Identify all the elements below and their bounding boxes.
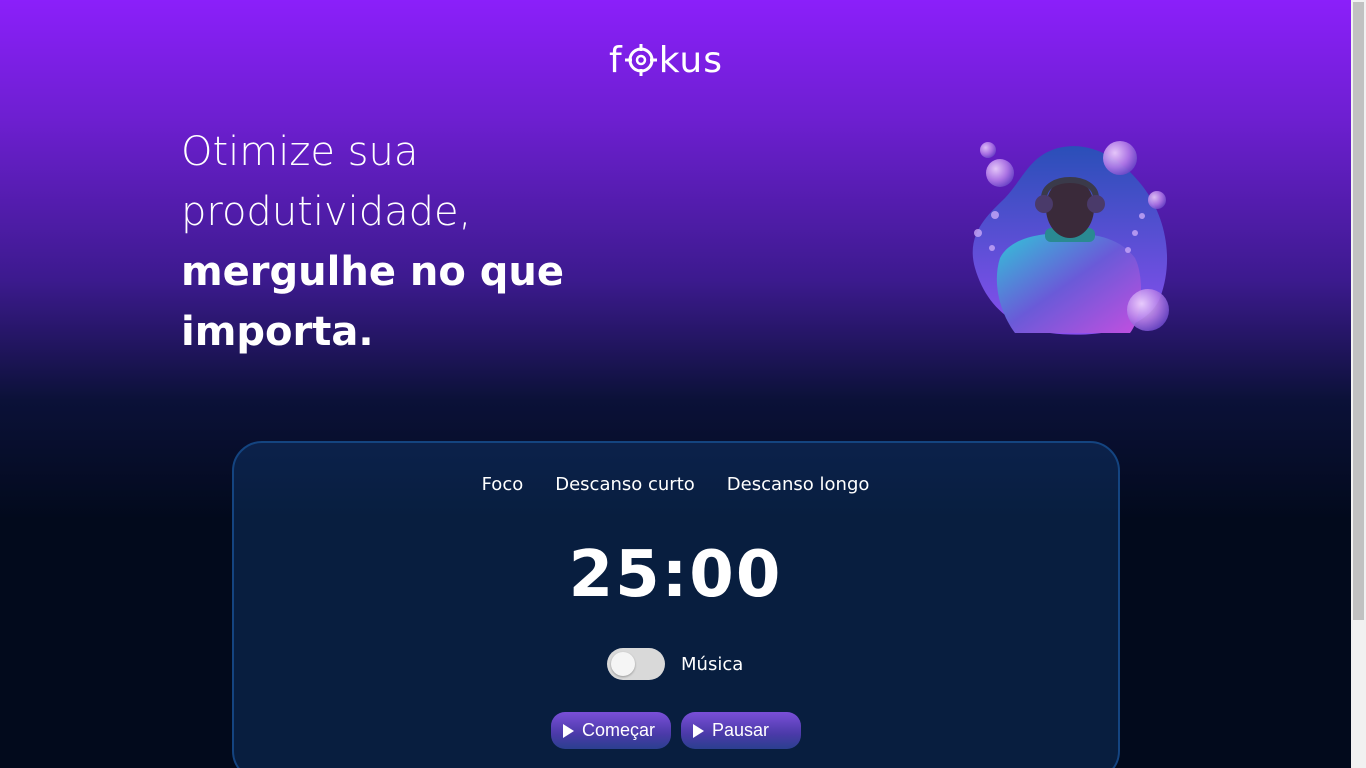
mode-tabs: Foco Descanso curto Descanso longo: [0, 474, 1351, 495]
target-icon: [624, 44, 657, 76]
hero-line-3: mergulhe no que: [181, 249, 565, 295]
hero-line-2: produtividade,: [181, 189, 472, 235]
play-icon: [563, 723, 574, 738]
music-toggle-row: Música: [607, 648, 743, 680]
logo-prefix: f: [609, 39, 623, 81]
pause-button-label: Pausar: [712, 720, 770, 740]
pause-button[interactable]: Pausar: [681, 712, 801, 749]
music-toggle[interactable]: [607, 648, 665, 680]
hero-line-4: importa.: [181, 309, 374, 355]
tab-foco[interactable]: Foco: [482, 474, 524, 495]
logo-suffix: kus: [658, 39, 723, 81]
control-buttons: Começar Pausar: [551, 712, 801, 749]
logo-wordmark: f kus: [609, 40, 723, 81]
play-icon: [693, 723, 704, 738]
toggle-knob: [611, 652, 635, 676]
hero-line-1: Otimize sua: [181, 129, 419, 175]
fokus-logo: f kus: [609, 38, 749, 82]
scrollbar-thumb[interactable]: [1353, 2, 1364, 620]
start-button-label: Começar: [582, 720, 656, 740]
tab-descanso-longo[interactable]: Descanso longo: [727, 474, 870, 495]
timer-display: 25:00: [568, 538, 783, 612]
page-scrollbar[interactable]: [1351, 0, 1366, 768]
tab-descanso-curto[interactable]: Descanso curto: [555, 474, 695, 495]
start-button[interactable]: Começar: [551, 712, 671, 749]
music-label: Música: [681, 653, 744, 675]
hero-title: Otimize sua produtividade, mergulhe no q…: [181, 122, 701, 362]
hero-illustration: [972, 141, 1169, 335]
